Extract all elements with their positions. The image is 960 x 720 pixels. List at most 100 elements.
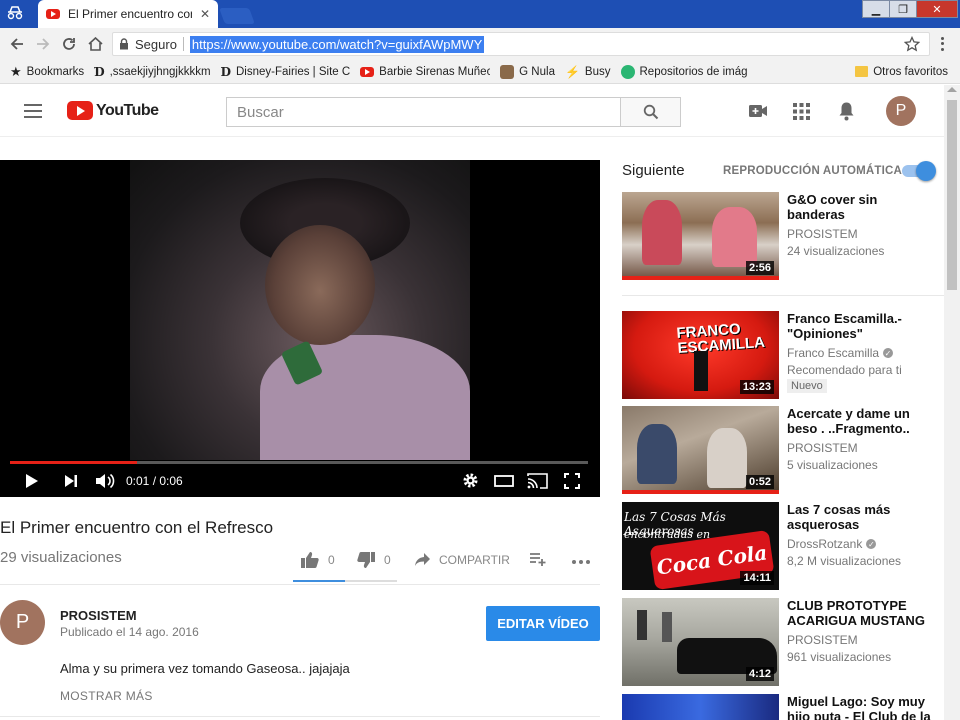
volume-button[interactable] bbox=[95, 472, 115, 493]
sidebar-video-channel[interactable]: PROSISTEM bbox=[787, 633, 858, 647]
forward-button[interactable] bbox=[30, 31, 56, 57]
youtube-logo[interactable]: YouTube bbox=[67, 101, 159, 120]
sidebar-video-title[interactable]: Acercate y dame un beso . ..Fragmento.. bbox=[787, 406, 937, 436]
fullscreen-icon bbox=[564, 473, 580, 489]
video-thumbnail[interactable]: Las 7 Cosas Más Asquerosas encontradas e… bbox=[622, 502, 779, 590]
sidebar-video-title[interactable]: Franco Escamilla.- "Opiniones" bbox=[787, 311, 937, 341]
divider bbox=[0, 716, 600, 717]
url-text[interactable]: https://www.youtube.com/watch?v=guixfAWp… bbox=[189, 35, 485, 53]
sidebar-video-title[interactable]: Miguel Lago: Soy muy hijo puta - El Club… bbox=[787, 694, 937, 720]
maximize-button[interactable]: ❐ bbox=[889, 0, 917, 18]
like-button[interactable]: 0 bbox=[300, 551, 335, 569]
sidebar-video-views: 961 visualizaciones bbox=[787, 650, 892, 664]
video-thumbnail[interactable]: 4:12 bbox=[622, 598, 779, 686]
scrollbar-thumb[interactable] bbox=[947, 100, 957, 290]
bookmark-item[interactable]: G Nula bbox=[500, 64, 555, 79]
bookmark-item[interactable]: Ɗ ,ssaekjiyjhngjkkkkm bbox=[94, 65, 210, 79]
sidebar-video-channel[interactable]: Franco Escamilla ✓ bbox=[787, 346, 894, 360]
circle-icon bbox=[620, 64, 635, 79]
thumbs-up-icon bbox=[301, 552, 319, 568]
back-button[interactable] bbox=[4, 31, 30, 57]
bookmark-star-icon[interactable] bbox=[903, 35, 921, 55]
play-button[interactable] bbox=[25, 473, 39, 492]
tab-active[interactable]: El Primer encuentro con el Refresco ✕ bbox=[38, 0, 218, 28]
apps-grid-icon[interactable] bbox=[793, 103, 810, 123]
dislike-button[interactable]: 0 bbox=[356, 551, 391, 569]
forward-arrow-icon bbox=[37, 38, 50, 50]
search-input[interactable]: Buscar bbox=[226, 97, 621, 127]
search-button[interactable] bbox=[620, 97, 681, 127]
sidebar-video-channel[interactable]: PROSISTEM bbox=[787, 441, 858, 455]
bookmark-label: G Nula bbox=[519, 65, 555, 78]
thumbnail-figure bbox=[637, 424, 677, 484]
sidebar-video-channel[interactable]: PROSISTEM bbox=[787, 227, 858, 241]
sidebar-video-views: 5 visualizaciones bbox=[787, 458, 878, 472]
edit-video-button[interactable]: EDITAR VÍDEO bbox=[486, 606, 600, 641]
minimize-button[interactable]: ▁ bbox=[862, 0, 890, 18]
avatar[interactable]: P bbox=[886, 96, 916, 126]
upload-video-icon[interactable] bbox=[748, 104, 768, 121]
thumbnail-figure bbox=[642, 200, 682, 265]
bookmark-item[interactable]: ⚡ Busy bbox=[565, 65, 611, 79]
omnibox-divider bbox=[182, 37, 184, 51]
share-button[interactable]: COMPARTIR bbox=[414, 552, 510, 567]
cast-button[interactable] bbox=[527, 473, 548, 492]
sidebar-video-title[interactable]: G&O cover sin banderas bbox=[787, 192, 937, 222]
theater-mode-button[interactable] bbox=[494, 474, 514, 491]
channel-name[interactable]: PROSISTEM bbox=[60, 608, 137, 623]
home-button[interactable] bbox=[82, 31, 108, 57]
sidebar-video-title[interactable]: CLUB PROTOTYPE ACARIGUA MUSTANG bbox=[787, 598, 937, 628]
bookmark-item[interactable]: Repositorios de imág bbox=[620, 64, 748, 79]
watched-bar bbox=[622, 490, 779, 494]
youtube-favicon-icon bbox=[46, 9, 60, 19]
bookmark-item[interactable]: Barbie Sirenas Muñec bbox=[360, 66, 490, 78]
youtube-logo-icon bbox=[67, 101, 93, 120]
sentiment-bar-fill bbox=[293, 580, 345, 582]
video-progress-fill bbox=[10, 461, 138, 464]
address-bar[interactable]: Seguro https://www.youtube.com/watch?v=g… bbox=[112, 32, 930, 56]
share-label: COMPARTIR bbox=[439, 552, 510, 567]
video-thumbnail[interactable]: 0:52 bbox=[622, 406, 779, 494]
add-to-playlist-button[interactable] bbox=[529, 551, 547, 570]
tab-title: El Primer encuentro con el Refresco bbox=[68, 7, 192, 21]
bookmark-label: Repositorios de imág bbox=[639, 65, 748, 78]
incognito-icon bbox=[6, 6, 24, 20]
channel-avatar-letter: P bbox=[15, 611, 30, 633]
video-duration: 13:23 bbox=[739, 380, 774, 394]
hamburger-menu-icon[interactable] bbox=[24, 104, 42, 118]
more-actions-icon[interactable] bbox=[572, 560, 590, 564]
folder-icon bbox=[855, 66, 869, 77]
back-arrow-icon bbox=[10, 38, 23, 50]
watched-bar bbox=[622, 276, 779, 280]
show-more-button[interactable]: MOSTRAR MÁS bbox=[60, 689, 153, 703]
thumbnail-art: FRANCO ESCAMILLA bbox=[675, 320, 766, 358]
notifications-bell-icon[interactable] bbox=[838, 101, 855, 124]
autoplay-toggle-knob[interactable] bbox=[916, 161, 936, 181]
reload-button[interactable] bbox=[56, 31, 82, 57]
bookmark-label: Barbie Sirenas Muñec bbox=[379, 65, 491, 78]
sidebar-video-channel[interactable]: DrossRotzank ✓ bbox=[787, 537, 877, 551]
share-icon bbox=[415, 553, 430, 566]
dislike-count: 0 bbox=[384, 553, 391, 567]
next-button[interactable] bbox=[64, 474, 78, 491]
settings-button[interactable] bbox=[462, 472, 479, 492]
close-tab-icon[interactable]: ✕ bbox=[200, 7, 210, 21]
home-icon bbox=[87, 37, 103, 51]
browser-menu-icon[interactable] bbox=[936, 36, 948, 52]
other-bookmarks[interactable]: Otros favoritos bbox=[855, 66, 948, 78]
sidebar-video-title[interactable]: Las 7 cosas más asquerosas bbox=[787, 502, 937, 532]
new-tab-button[interactable] bbox=[219, 8, 255, 24]
up-next-label: Siguiente bbox=[622, 162, 685, 179]
video-thumbnail[interactable] bbox=[622, 694, 779, 720]
video-thumbnail[interactable]: 2:56 bbox=[622, 192, 779, 280]
channel-avatar[interactable]: P bbox=[0, 600, 45, 645]
bookmark-item[interactable]: ★ Bookmarks bbox=[10, 64, 84, 80]
bookmark-item[interactable]: Ɗ Disney-Fairies | Site C bbox=[221, 65, 351, 79]
skip-next-icon bbox=[65, 475, 77, 487]
fullscreen-button[interactable] bbox=[564, 473, 580, 492]
video-thumbnail[interactable]: FRANCO ESCAMILLA 13:23 bbox=[622, 311, 779, 399]
reload-icon bbox=[63, 38, 75, 50]
close-window-button[interactable]: ✕ bbox=[916, 0, 958, 18]
scroll-up-icon[interactable] bbox=[947, 87, 957, 92]
disney-icon: Ɗ bbox=[220, 64, 231, 79]
